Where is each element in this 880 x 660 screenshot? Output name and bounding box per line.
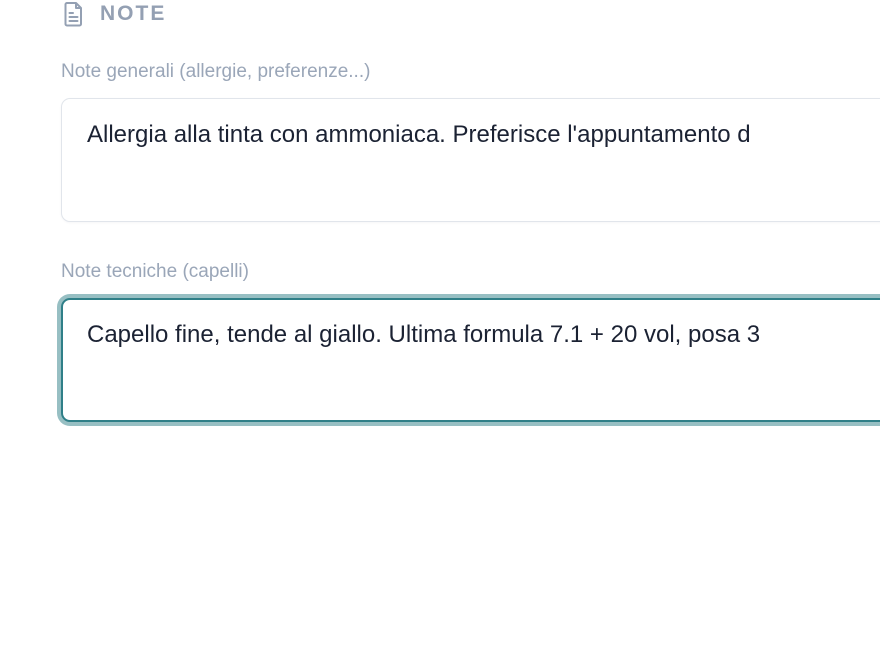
general-notes-value: Allergia alla tinta con ammoniaca. Prefe…	[87, 121, 751, 148]
technical-notes-label: Note tecniche (capelli)	[61, 261, 249, 282]
technical-notes-value: Capello fine, tende al giallo. Ultima fo…	[87, 321, 761, 348]
technical-notes-textarea[interactable]: Capello fine, tende al giallo. Ultima fo…	[61, 298, 880, 422]
section-title: NOTE	[100, 2, 167, 25]
general-notes-label: Note generali (allergie, preferenze...)	[61, 61, 371, 82]
client-notes-panel: NOTE Note generali (allergie, preferenze…	[0, 0, 880, 660]
notes-section-header: NOTE	[62, 1, 166, 27]
general-notes-textarea[interactable]: Allergia alla tinta con ammoniaca. Prefe…	[61, 98, 880, 222]
document-icon	[62, 1, 86, 27]
